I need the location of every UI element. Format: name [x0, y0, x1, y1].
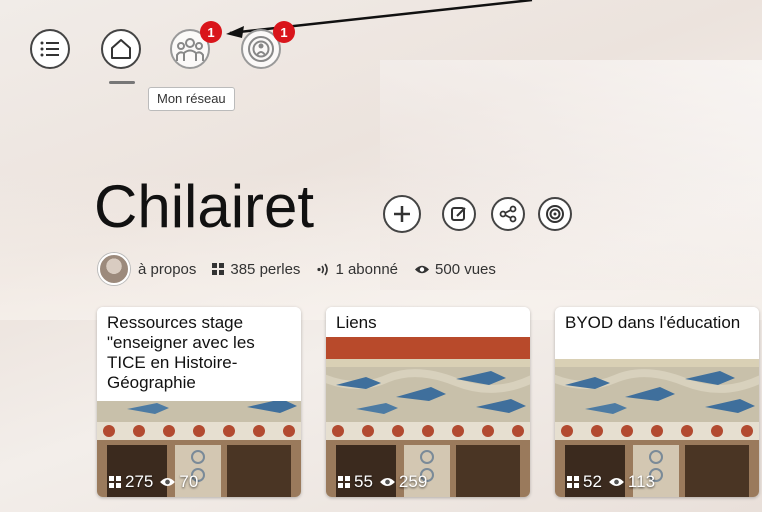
collection-card[interactable]: Ressources stage "enseigner avec les TIC…	[97, 307, 301, 497]
views-count: 500 vues	[414, 261, 496, 278]
stats-bar: à propos 385 perles 1 abonné 500 vues	[98, 253, 512, 285]
card-perles-count: 55	[354, 472, 373, 491]
edit-button[interactable]	[442, 197, 476, 231]
share-button[interactable]	[491, 197, 525, 231]
people-icon	[176, 38, 204, 61]
menu-icon	[40, 41, 59, 57]
target-icon	[546, 205, 564, 223]
eye-icon	[379, 478, 395, 486]
grid-icon	[567, 475, 579, 488]
eye-icon	[608, 478, 624, 486]
tooltip: Mon réseau	[148, 87, 235, 111]
add-button[interactable]	[383, 195, 421, 233]
share-icon	[499, 205, 517, 223]
card-perles-count: 275	[125, 472, 154, 491]
broadcast-icon	[248, 36, 274, 62]
eye-icon	[415, 265, 430, 273]
card-stats: 275 70	[109, 472, 198, 492]
about-link[interactable]: à propos	[138, 261, 196, 278]
card-views-count: 70	[179, 472, 199, 491]
signal-icon	[317, 263, 329, 275]
home-icon	[111, 39, 131, 59]
home-button[interactable]	[101, 29, 141, 69]
perles-count[interactable]: 385 perles	[212, 261, 300, 278]
subscriber-count[interactable]: 1 abonné	[316, 261, 398, 278]
collection-card[interactable]: Liens 55 259	[326, 307, 530, 497]
subscriptions-notification-badge: 1	[273, 21, 295, 43]
follow-button[interactable]	[538, 197, 572, 231]
grid-icon	[109, 475, 121, 488]
card-title: Ressources stage "enseigner avec les TIC…	[97, 307, 301, 401]
grid-icon	[212, 262, 225, 275]
active-tab-indicator	[109, 81, 135, 84]
subscriber-label: 1 abonné	[335, 260, 399, 278]
card-stats: 55 259	[338, 472, 427, 492]
views-label: 500 vues	[435, 260, 496, 278]
plus-icon	[394, 206, 410, 222]
card-views-count: 113	[627, 472, 656, 491]
eye-icon	[160, 478, 176, 486]
menu-button[interactable]	[30, 29, 70, 69]
avatar[interactable]	[98, 253, 130, 285]
page-title: Chilairet	[94, 173, 315, 240]
perles-label: 385 perles	[230, 260, 301, 278]
grid-icon	[338, 475, 350, 488]
card-perles-count: 52	[583, 472, 602, 491]
card-title: BYOD dans l'éducation	[555, 307, 759, 359]
collection-card[interactable]: BYOD dans l'éducation 52 113	[555, 307, 759, 497]
about-label: à propos	[138, 260, 197, 278]
edit-icon	[451, 207, 466, 221]
card-stats: 52 113	[567, 472, 655, 492]
network-notification-badge: 1	[200, 21, 222, 43]
card-views-count: 259	[398, 472, 428, 491]
card-title: Liens	[326, 307, 530, 337]
